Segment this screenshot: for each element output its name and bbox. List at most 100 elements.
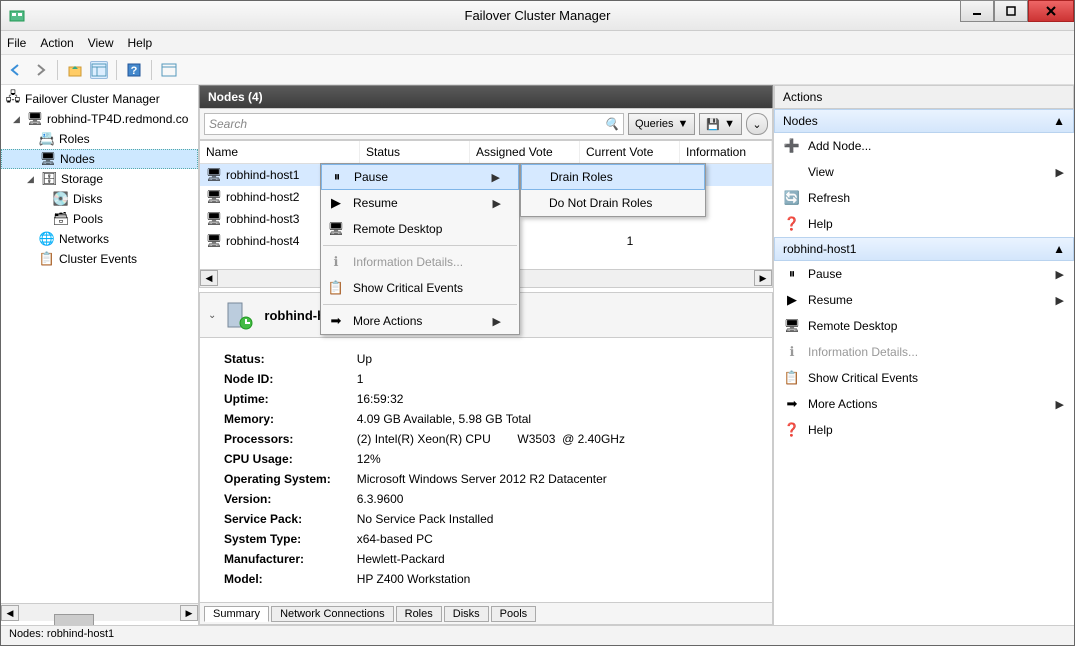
action-remote[interactable]: 🖥Remote Desktop — [774, 313, 1074, 339]
remote-desktop-icon: 🖥 — [327, 220, 345, 238]
col-assigned[interactable]: Assigned Vote — [470, 141, 580, 163]
back-icon[interactable] — [7, 61, 25, 79]
action-help[interactable]: ❓Help — [774, 211, 1074, 237]
action-critical[interactable]: 📋Show Critical Events — [774, 365, 1074, 391]
tree-disks[interactable]: 💽Disks — [1, 189, 198, 209]
action-label: Show Critical Events — [808, 371, 918, 385]
tab-roles[interactable]: Roles — [396, 606, 442, 622]
pools-icon: 🗃 — [53, 211, 69, 227]
field-value: 4.09 GB Available, 5.98 GB Total — [351, 410, 631, 428]
save-button[interactable]: 💾▼ — [699, 113, 742, 135]
tree-pools[interactable]: 🗃Pools — [1, 209, 198, 229]
col-current[interactable]: Current Vote — [580, 141, 680, 163]
cluster-manager-icon: 🖧 — [5, 91, 21, 107]
search-placeholder: Search — [209, 117, 247, 131]
menu-resume-label: Resume — [353, 196, 485, 210]
action-label: Add Node... — [808, 139, 871, 153]
menu-critical[interactable]: 📋Show Critical Events — [321, 275, 519, 301]
col-status[interactable]: Status — [360, 141, 470, 163]
menu-more[interactable]: ➡More Actions▶ — [321, 308, 519, 334]
queries-label: Queries — [635, 118, 674, 130]
tab-disks[interactable]: Disks — [444, 606, 489, 622]
menu-view[interactable]: View — [88, 36, 114, 50]
collapse-icon[interactable]: ▲ — [1053, 114, 1065, 128]
scroll-left-icon[interactable]: ◀ — [1, 605, 19, 621]
row-current: 1 — [580, 234, 680, 248]
tree-storage[interactable]: ◢🗄Storage — [1, 169, 198, 189]
action-more[interactable]: ➡More Actions▶ — [774, 391, 1074, 417]
action-add-node[interactable]: ➕ Add Node... — [774, 133, 1074, 159]
submenu-nodrain[interactable]: Do Not Drain Roles — [521, 190, 705, 216]
help-icon: ❓ — [784, 216, 800, 232]
tree-events[interactable]: 📋Cluster Events — [1, 249, 198, 269]
scroll-right-icon[interactable]: ▶ — [180, 605, 198, 621]
submenu-drain[interactable]: Drain Roles — [521, 164, 705, 190]
collapse-icon[interactable]: ◢ — [13, 114, 23, 125]
action-help2[interactable]: ❓Help — [774, 417, 1074, 443]
panel-icon[interactable] — [90, 61, 108, 79]
field-value: 16:59:32 — [351, 390, 631, 408]
menubar: File Action View Help — [1, 31, 1074, 55]
forward-icon[interactable] — [31, 61, 49, 79]
tree-cluster[interactable]: ◢🖥robhind-TP4D.redmond.co — [1, 109, 198, 129]
add-node-icon: ➕ — [784, 138, 800, 154]
menu-remote[interactable]: 🖥Remote Desktop — [321, 216, 519, 242]
collapse-icon[interactable]: ⌄ — [208, 310, 216, 321]
search-input[interactable]: Search 🔍 — [204, 113, 624, 135]
actions-section-host[interactable]: robhind-host1▲ — [774, 237, 1074, 261]
action-label: Refresh — [808, 191, 850, 205]
networks-icon: 🌐 — [39, 231, 55, 247]
action-label: Information Details... — [808, 345, 918, 359]
tree-nodes[interactable]: 🖥Nodes — [1, 149, 198, 169]
folder-up-icon[interactable] — [66, 61, 84, 79]
field-value: Hewlett-Packard — [351, 550, 631, 568]
queries-button[interactable]: Queries ▼ — [628, 113, 695, 135]
tab-summary[interactable]: Summary — [204, 606, 269, 622]
scroll-left-icon[interactable]: ◀ — [200, 270, 218, 286]
field-key: Memory: — [218, 410, 349, 428]
menu-pause[interactable]: ⏸Pause▶ — [321, 164, 519, 190]
tree-roles[interactable]: 📇Roles — [1, 129, 198, 149]
menu-pause-label: Pause — [354, 170, 484, 184]
tree-root[interactable]: 🖧Failover Cluster Manager — [1, 89, 198, 109]
submenu-arrow-icon: ▶ — [493, 197, 501, 210]
action-label: Help — [808, 423, 833, 437]
action-info[interactable]: ℹInformation Details... — [774, 339, 1074, 365]
col-name[interactable]: Name — [200, 141, 360, 163]
node-icon: 🖥 — [206, 211, 222, 227]
field-key: Status: — [218, 350, 349, 368]
scroll-right-icon[interactable]: ▶ — [754, 270, 772, 286]
pause-icon: ⏸ — [328, 168, 346, 186]
row-name: robhind-host1 — [226, 168, 299, 182]
submenu-arrow-icon: ▶ — [493, 315, 501, 328]
remote-desktop-icon: 🖥 — [784, 318, 800, 334]
tree-networks[interactable]: 🌐Networks — [1, 229, 198, 249]
field-key: Operating System: — [218, 470, 349, 488]
search-icon[interactable]: 🔍 — [604, 117, 619, 131]
tab-network[interactable]: Network Connections — [271, 606, 394, 622]
tree-roles-label: Roles — [59, 132, 90, 146]
section-label: Nodes — [783, 114, 818, 128]
tree-pane: 🖧Failover Cluster Manager ◢🖥robhind-TP4D… — [1, 85, 199, 625]
col-info[interactable]: Information — [680, 141, 772, 163]
collapse-icon[interactable]: ▲ — [1053, 242, 1065, 256]
action-resume[interactable]: ▶Resume▶ — [774, 287, 1074, 313]
action-pause[interactable]: ⏸Pause▶ — [774, 261, 1074, 287]
action-view[interactable]: View▶ — [774, 159, 1074, 185]
view-icon[interactable] — [160, 61, 178, 79]
expand-button[interactable]: ⌄ — [746, 113, 768, 135]
menu-file[interactable]: File — [7, 36, 26, 50]
collapse-icon[interactable]: ◢ — [27, 174, 37, 185]
detail-area: ⌄ robhind-host1 Status:Up Node ID:1 Upti… — [199, 292, 773, 625]
tab-pools[interactable]: Pools — [491, 606, 537, 622]
menu-resume[interactable]: ▶Resume▶ — [321, 190, 519, 216]
menu-help[interactable]: Help — [128, 36, 153, 50]
help-icon[interactable]: ? — [125, 61, 143, 79]
action-refresh[interactable]: 🔄Refresh — [774, 185, 1074, 211]
actions-section-nodes[interactable]: Nodes ▲ — [774, 109, 1074, 133]
menu-action[interactable]: Action — [40, 36, 73, 50]
menu-info-label: Information Details... — [353, 255, 501, 269]
tree-horizontal-scrollbar[interactable]: ◀ ▶ — [1, 603, 198, 621]
field-key: Node ID: — [218, 370, 349, 388]
statusbar: Nodes: robhind-host1 — [1, 625, 1074, 645]
